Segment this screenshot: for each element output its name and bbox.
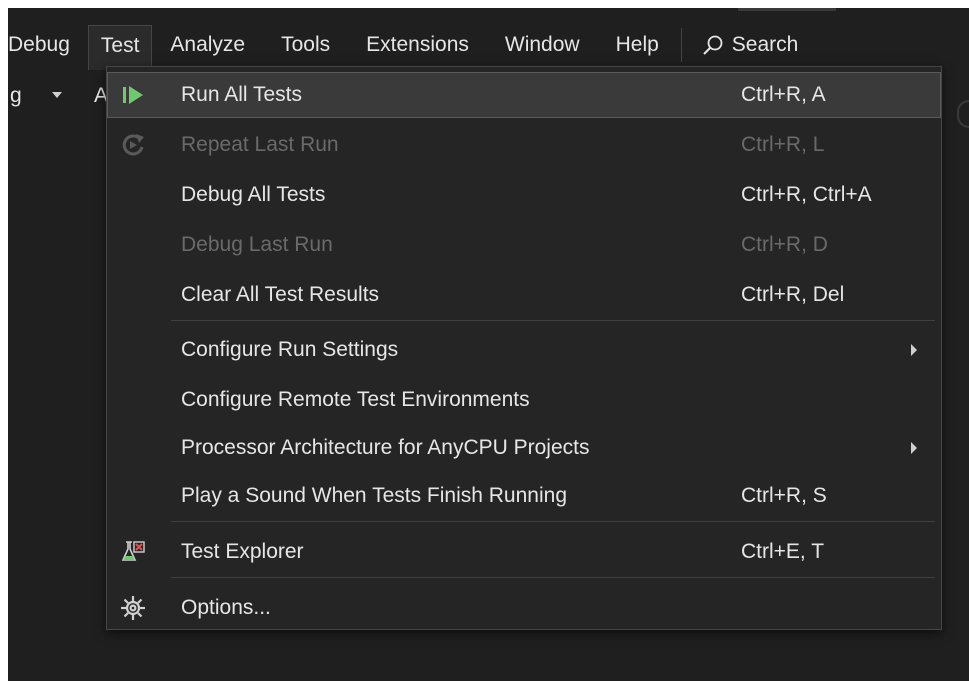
menu-item-debug-all-tests[interactable]: Debug All Tests Ctrl+R, Ctrl+A bbox=[107, 172, 941, 218]
menu-item-shortcut: Ctrl+R, Ctrl+A bbox=[741, 183, 872, 206]
menu-analyze[interactable]: Analyze bbox=[152, 25, 263, 65]
menu-debug[interactable]: Debug bbox=[8, 25, 88, 65]
menu-extensions[interactable]: Extensions bbox=[348, 25, 487, 65]
chevron-down-icon[interactable] bbox=[52, 92, 62, 98]
menu-separator bbox=[680, 28, 682, 62]
menu-item-test-explorer[interactable]: Test Explorer Ctrl+E, T bbox=[107, 529, 941, 575]
config-dropdown-text[interactable]: g bbox=[10, 84, 22, 108]
menu-tools[interactable]: Tools bbox=[263, 25, 348, 65]
menu-item-options[interactable]: Options... bbox=[107, 585, 941, 631]
menu-item-shortcut: Ctrl+E, T bbox=[741, 540, 825, 563]
menu-item-label: Options... bbox=[181, 596, 271, 619]
menu-item-run-all-tests[interactable]: Run All Tests Ctrl+R, A bbox=[107, 72, 941, 118]
menu-item-shortcut: Ctrl+R, S bbox=[741, 484, 827, 507]
menu-item-label: Play a Sound When Tests Finish Running bbox=[181, 484, 567, 507]
submenu-arrow-icon bbox=[911, 442, 917, 454]
menu-item-label: Configure Remote Test Environments bbox=[181, 388, 530, 411]
menu-item-label: Clear All Test Results bbox=[181, 283, 380, 306]
menu-item-label: Debug All Tests bbox=[181, 183, 326, 206]
run-all-icon bbox=[123, 86, 143, 104]
menu-item-configure-remote-test-environments[interactable]: Configure Remote Test Environments bbox=[107, 377, 941, 423]
toolbar: g A bbox=[8, 76, 108, 122]
menu-item-processor-architecture[interactable]: Processor Architecture for AnyCPU Projec… bbox=[107, 425, 941, 471]
menu-item-label: Run All Tests bbox=[181, 83, 303, 106]
menu-item-label: Debug Last Run bbox=[181, 233, 333, 256]
toolbar-edge-control bbox=[957, 100, 969, 128]
menu-item-debug-last-run: Debug Last Run Ctrl+R, D bbox=[107, 222, 941, 268]
menu-divider bbox=[171, 320, 935, 321]
repeat-icon bbox=[122, 134, 144, 156]
test-explorer-icon bbox=[121, 541, 145, 561]
menu-help[interactable]: Help bbox=[598, 25, 677, 65]
menu-item-shortcut: Ctrl+R, A bbox=[741, 83, 826, 106]
menu-test[interactable]: Test bbox=[87, 24, 153, 70]
submenu-arrow-icon bbox=[911, 344, 917, 356]
menu-item-label: Processor Architecture for AnyCPU Projec… bbox=[181, 436, 590, 459]
menu-item-label: Configure Run Settings bbox=[181, 338, 399, 361]
menu-item-repeat-last-run: Repeat Last Run Ctrl+R, L bbox=[107, 122, 941, 168]
menu-divider bbox=[171, 577, 935, 578]
menu-item-clear-all-test-results[interactable]: Clear All Test Results Ctrl+R, Del bbox=[107, 272, 941, 318]
menu-item-shortcut: Ctrl+R, D bbox=[741, 233, 828, 256]
menu-item-shortcut: Ctrl+R, Del bbox=[741, 283, 845, 306]
search-box[interactable]: Search bbox=[692, 33, 799, 57]
menu-window[interactable]: Window bbox=[487, 25, 598, 65]
menu-item-play-sound[interactable]: Play a Sound When Tests Finish Running C… bbox=[107, 473, 941, 519]
gear-icon bbox=[121, 596, 145, 620]
menu-item-configure-run-settings[interactable]: Configure Run Settings bbox=[107, 327, 941, 373]
ide-window: Debug Test Analyze Tools Extensions Wind… bbox=[8, 8, 969, 681]
menu-bar: Debug Test Analyze Tools Extensions Wind… bbox=[8, 11, 969, 70]
menu-item-label: Test Explorer bbox=[181, 540, 304, 563]
menu-divider bbox=[171, 521, 935, 522]
menu-item-shortcut: Ctrl+R, L bbox=[741, 133, 825, 156]
search-label: Search bbox=[731, 33, 799, 56]
test-menu-dropdown: Run All Tests Ctrl+R, A Repeat Last Run … bbox=[106, 66, 942, 630]
menu-item-label: Repeat Last Run bbox=[181, 133, 339, 156]
search-icon bbox=[703, 35, 723, 55]
